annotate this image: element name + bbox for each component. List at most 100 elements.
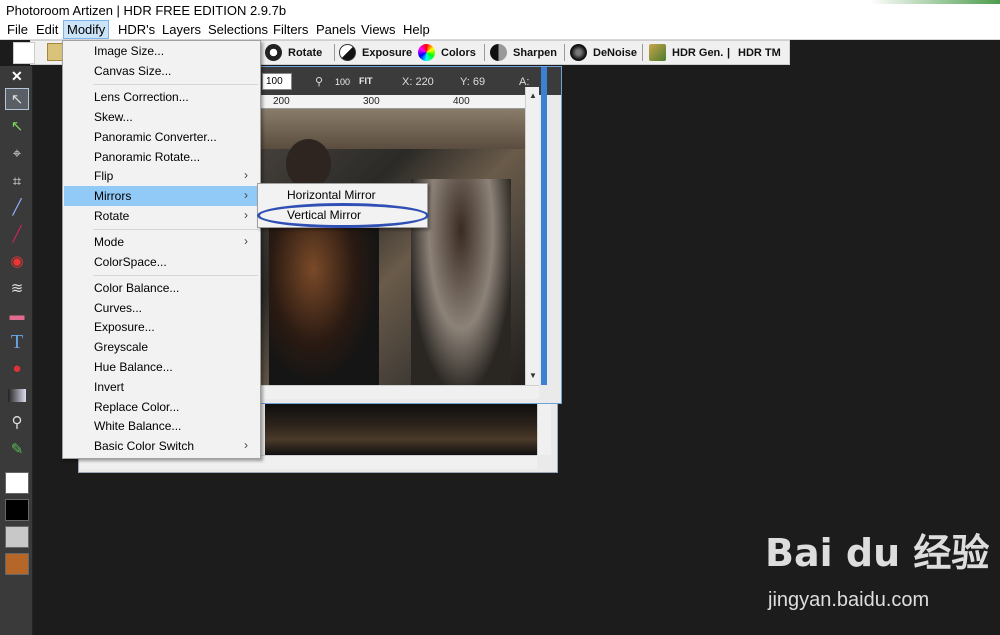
menu-hdrs[interactable]: HDR's <box>115 22 158 37</box>
menu-item-label: Replace Color... <box>94 400 180 414</box>
menu-item-exposure[interactable]: Exposure... <box>64 317 260 337</box>
menu-item-skew[interactable]: Skew... <box>64 107 260 127</box>
rotate-button[interactable]: Rotate <box>265 43 322 62</box>
eraser-icon[interactable]: ▬ <box>5 304 29 326</box>
menu-item-mirrors[interactable]: Mirrors › <box>64 186 260 206</box>
menu-item-lens-correction[interactable]: Lens Correction... <box>64 87 260 107</box>
zoom-input[interactable]: 100 <box>262 73 292 90</box>
menu-item-curves[interactable]: Curves... <box>64 298 260 318</box>
menu-item-hue-balance[interactable]: Hue Balance... <box>64 357 260 377</box>
menu-item-replace-color[interactable]: Replace Color... <box>64 397 260 417</box>
x-coordinate: X: 220 <box>402 76 434 88</box>
chevron-right-icon: › <box>244 234 248 248</box>
menu-separator <box>93 229 258 230</box>
title-bar: Photoroom Artizen | HDR FREE EDITION 2.9… <box>0 0 1000 20</box>
pen-icon[interactable]: ╱ <box>5 223 29 245</box>
menu-filters[interactable]: Filters <box>270 22 311 37</box>
chevron-right-icon: › <box>244 438 248 452</box>
hdr-gen-icon <box>649 44 666 61</box>
menu-item-rotate[interactable]: Rotate › <box>64 206 260 226</box>
photo-canvas[interactable] <box>261 109 525 385</box>
back-vertical-scrollbar[interactable] <box>537 403 551 455</box>
toolbar-separator <box>564 44 565 61</box>
menu-item-panoramic-converter[interactable]: Panoramic Converter... <box>64 127 260 147</box>
photo-dancer-left <box>269 219 379 385</box>
menu-item-panoramic-rotate[interactable]: Panoramic Rotate... <box>64 147 260 167</box>
menu-item-label: White Balance... <box>94 419 182 433</box>
menu-item-color-balance[interactable]: Color Balance... <box>64 278 260 298</box>
grey-swatch[interactable] <box>5 526 29 548</box>
menu-separator <box>93 84 258 85</box>
front-horizontal-scrollbar[interactable] <box>261 385 539 399</box>
denoise-button[interactable]: DeNoise <box>570 43 637 62</box>
window-title: Photoroom Artizen | HDR FREE EDITION 2.9… <box>6 3 287 18</box>
chevron-right-icon: › <box>244 168 248 182</box>
menu-help[interactable]: Help <box>400 22 433 37</box>
menu-item-image-size[interactable]: Image Size... <box>64 41 260 61</box>
gradient-icon[interactable] <box>5 384 29 406</box>
red-eye-icon[interactable]: ◉ <box>5 250 29 272</box>
fit-button[interactable]: FIT <box>359 76 373 86</box>
submenu-item-horizontal-mirror[interactable]: Horizontal Mirror <box>259 185 427 205</box>
foreground-color-swatch[interactable] <box>5 472 29 494</box>
wave-icon[interactable]: ≋ <box>5 277 29 299</box>
y-coordinate: Y: 69 <box>460 76 486 88</box>
crop-icon[interactable]: ⌗ <box>5 170 29 192</box>
text-icon[interactable]: T <box>5 331 29 353</box>
add-arrow-icon[interactable]: ↖ <box>5 115 29 137</box>
horizontal-ruler: 200 300 400 <box>261 95 525 109</box>
zoom-100-button[interactable]: 100 <box>335 77 350 87</box>
menu-panels[interactable]: Panels <box>313 22 359 37</box>
baidu-watermark: Bai du 经验 jingyan.baidu.com <box>765 522 990 611</box>
toolbar-separator <box>484 44 485 61</box>
ruler-tick: 400 <box>453 96 470 107</box>
bucket-icon[interactable]: ● <box>5 357 29 379</box>
colors-wheel-icon <box>418 44 435 61</box>
front-vertical-scrollbar[interactable]: ▲ ▼ <box>525 87 539 385</box>
hdr-tm-button[interactable]: HDR TM <box>738 43 781 62</box>
sharpen-button[interactable]: Sharpen <box>490 43 557 62</box>
menu-item-mode[interactable]: Mode › <box>64 232 260 252</box>
menu-item-invert[interactable]: Invert <box>64 377 260 397</box>
rotate-icon <box>265 44 282 61</box>
hdr-gen-button[interactable]: HDR Gen. <box>649 43 723 62</box>
scroll-down-icon[interactable]: ▼ <box>529 371 537 380</box>
menu-item-colorspace[interactable]: ColorSpace... <box>64 252 260 272</box>
chevron-right-icon: › <box>244 188 248 202</box>
hdr-gen-label: HDR Gen. <box>672 46 724 59</box>
texture-swatch[interactable] <box>5 553 29 575</box>
menu-item-label: Basic Color Switch <box>94 439 195 453</box>
menu-item-label: Canvas Size... <box>94 64 172 78</box>
menu-item-greyscale[interactable]: Greyscale <box>64 337 260 357</box>
lasso-icon[interactable]: ⌖ <box>5 142 29 164</box>
menu-item-basic-color-switch[interactable]: Basic Color Switch › <box>64 436 260 456</box>
baidu-logo: Bai du 经验 <box>765 531 990 575</box>
arrow-select-icon[interactable]: ↖ <box>5 88 29 110</box>
menu-file[interactable]: File <box>4 22 31 37</box>
background-color-swatch[interactable] <box>5 499 29 521</box>
menu-item-white-balance[interactable]: White Balance... <box>64 416 260 436</box>
zoom-magnifier-icon[interactable]: ⚲ <box>315 75 323 88</box>
exposure-icon <box>339 44 356 61</box>
scroll-up-icon[interactable]: ▲ <box>529 91 537 100</box>
close-icon[interactable]: ✕ <box>11 68 23 85</box>
new-file-icon[interactable] <box>13 42 35 64</box>
magnifier-icon[interactable]: ⚲ <box>5 411 29 433</box>
denoise-icon <box>570 44 587 61</box>
menu-layers[interactable]: Layers <box>159 22 204 37</box>
colors-label: Colors <box>441 46 476 59</box>
menu-views[interactable]: Views <box>358 22 398 37</box>
brush-icon[interactable]: ╱ <box>5 196 29 218</box>
colors-button[interactable]: Colors <box>418 43 476 62</box>
chevron-right-icon: › <box>244 208 248 222</box>
eyedropper-icon[interactable]: ✎ <box>5 438 29 460</box>
menu-item-canvas-size[interactable]: Canvas Size... <box>64 61 260 81</box>
menu-item-label: ColorSpace... <box>94 255 167 269</box>
menu-modify[interactable]: Modify <box>63 20 110 39</box>
exposure-button[interactable]: Exposure <box>339 43 412 62</box>
menu-item-label: Mirrors <box>94 189 132 203</box>
ruler-tick: 200 <box>273 96 290 107</box>
menu-selections[interactable]: Selections <box>205 22 271 37</box>
menu-edit[interactable]: Edit <box>33 22 61 37</box>
menu-item-flip[interactable]: Flip › <box>64 166 260 186</box>
